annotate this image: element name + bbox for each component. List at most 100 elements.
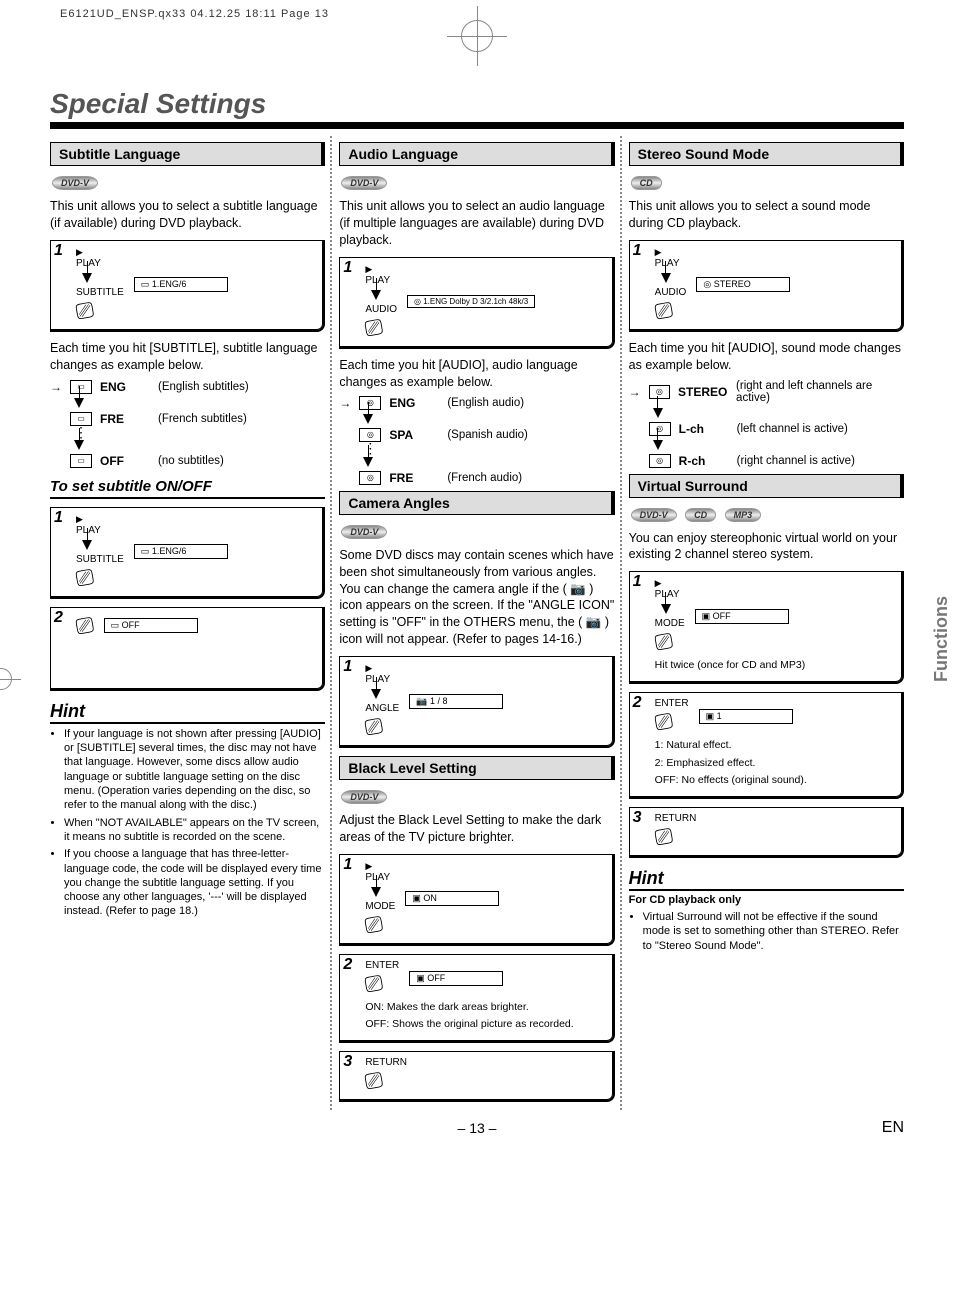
badge-dvdv: DVD-V [631, 508, 677, 522]
badge-mp3: MP3 [725, 508, 762, 522]
section-stereo-mode: Stereo Sound Mode [629, 142, 904, 166]
camera-step1: 1 PLAY ANGLE ⎚ 📷 1 / 8 [339, 656, 614, 748]
virtual-step3: 3 RETURN ⎚ [629, 807, 904, 858]
section-virtual-surround: Virtual Surround [629, 474, 904, 498]
play-icon [365, 263, 372, 275]
osd-black-on: ▣ ON [405, 891, 499, 906]
arrow-icon: → [629, 385, 641, 399]
subtitle-onoff-step2: 2 ⎚ ▭ OFF [50, 607, 325, 691]
hint1-head: Hint [50, 701, 325, 724]
lang-icon: ◎ [649, 454, 671, 468]
cycle-row-eng: →▭ENG(English subtitles) [50, 380, 325, 394]
virtual-step1: 1 PLAY MODE ⎚ ▣ OFF Hit twice (once for … [629, 571, 904, 684]
subtitle-onoff-step1: 1 PLAY SUBTITLE ⎚ ▭ 1.ENG/6 [50, 507, 325, 599]
osd-subtitle1: ▭ 1.ENG/6 [134, 277, 228, 292]
arrow-down-icon [661, 604, 671, 614]
virtual-twice-note: Hit twice (once for CD and MP3) [655, 659, 896, 672]
black-intro: Adjust the Black Level Setting to make t… [339, 812, 614, 846]
remote-icon: ⎚ [74, 296, 96, 325]
osd-stereo: ◎ STEREO [696, 277, 790, 292]
arrow-down-icon [74, 398, 84, 408]
virtual-note-1: 1: Natural effect. [655, 739, 896, 752]
subtitle-step1: 1 PLAY SUBTITLE ⎚ ▭ 1.ENG/6 [50, 240, 325, 332]
arrow-down-icon [371, 689, 381, 699]
remote-icon: ⎚ [74, 612, 96, 641]
osd-black-off: ▣ OFF [409, 971, 503, 986]
virtual-note-2: 2: Emphasized effect. [655, 757, 896, 770]
arrow-icon: → [50, 380, 62, 394]
black-step1: 1 PLAY MODE ⎚ ▣ ON [339, 854, 614, 946]
stereo-row-lch: ◎L-ch(left channel is active) [629, 422, 904, 436]
arrow-down-icon [82, 273, 92, 283]
hint1-item3: If you choose a language that has three-… [64, 847, 325, 918]
osd-virtual-off: ▣ OFF [695, 609, 789, 624]
arrow-down-icon [371, 887, 381, 897]
play-icon [365, 662, 372, 674]
audio-intro: This unit allows you to select an audio … [339, 198, 614, 249]
arrow-down-icon [82, 540, 92, 550]
black-step3: 3 RETURN ⎚ [339, 1051, 614, 1102]
stereo-step1: 1 PLAY AUDIO ⎚ ◎ STEREO [629, 240, 904, 332]
ellipsis-icon: ⋮ [363, 444, 614, 452]
play-icon [365, 860, 372, 872]
virtual-note-off: OFF: No effects (original sound). [655, 774, 896, 787]
osd-audio1: ◎ 1.ENG Dolby D 3/2.1ch 48k/3 [407, 295, 535, 308]
hint2-item: Virtual Surround will not be effective i… [643, 910, 904, 953]
arrow-down-icon [661, 273, 671, 283]
hint2-sub: For CD playback only [629, 893, 904, 907]
black-note-off: OFF: Shows the original picture as recor… [365, 1018, 606, 1031]
osd-angle: 📷 1 / 8 [409, 694, 503, 709]
remote-icon: ⎚ [653, 628, 675, 657]
lang-icon: ◎ [649, 422, 671, 436]
play-icon [655, 577, 662, 589]
black-note-on: ON: Makes the dark areas brighter. [365, 1001, 606, 1014]
arrow-down-icon [371, 290, 381, 300]
osd-subtitle-off: ▭ OFF [104, 618, 198, 633]
audio-cycle-intro: Each time you hit [AUDIO], audio languag… [339, 357, 614, 391]
black-step2: 2 ENTER ⎚ ▣ OFF ON: Makes the dark areas… [339, 954, 614, 1043]
play-icon [76, 246, 83, 258]
side-tab-functions: Functions [929, 588, 954, 690]
remote-icon: ⎚ [74, 564, 96, 593]
lang-code: EN [882, 1119, 904, 1137]
cycle-row-off: ▭OFF(no subtitles) [50, 454, 325, 468]
arrow-down-icon [74, 440, 84, 450]
section-audio-language: Audio Language [339, 142, 614, 166]
badge-dvdv: DVD-V [341, 525, 387, 539]
remote-icon: ⎚ [653, 822, 675, 851]
section-black-level: Black Level Setting [339, 756, 614, 780]
hint2-head: Hint [629, 868, 904, 891]
stereo-cycle-intro: Each time you hit [AUDIO], sound mode ch… [629, 340, 904, 374]
stereo-intro: This unit allows you to select a sound m… [629, 198, 904, 232]
stereo-row-stereo: →◎STEREO(right and left channels are act… [629, 380, 904, 404]
section-camera-angles: Camera Angles [339, 491, 614, 515]
arrow-down-icon [653, 440, 663, 450]
hint1-item1: If your language is not shown after pres… [64, 727, 325, 813]
osd-virtual-1: ▣ 1 [699, 709, 793, 724]
virtual-intro: You can enjoy stereophonic virtual world… [629, 530, 904, 564]
audio-row-eng: →◎ENG(English audio) [339, 396, 614, 410]
badge-dvdv: DVD-V [52, 176, 98, 190]
page-number: – 13 – [458, 1120, 497, 1136]
remote-icon: ⎚ [363, 713, 385, 742]
remote-icon: ⎚ [363, 1067, 385, 1096]
badge-dvdv: DVD-V [341, 790, 387, 804]
arrow-down-icon [653, 408, 663, 418]
remote-icon: ⎚ [653, 708, 675, 737]
stereo-row-rch: ◎R-ch(right channel is active) [629, 454, 904, 468]
badge-dvdv: DVD-V [341, 176, 387, 190]
lang-icon: ▭ [70, 454, 92, 468]
lang-icon: ◎ [359, 396, 381, 410]
camera-intro: Some DVD discs may contain scenes which … [339, 547, 614, 648]
audio-row-fre: ◎FRE(French audio) [339, 471, 614, 485]
lang-icon: ◎ [649, 385, 670, 399]
arrow-down-icon [363, 457, 373, 467]
crop-mark-left [0, 668, 12, 690]
audio-step1: 1 PLAY AUDIO ⎚ ◎ 1.ENG Dolby D 3/2.1ch 4… [339, 257, 614, 349]
section-subtitle-language: Subtitle Language [50, 142, 325, 166]
osd-subtitle2: ▭ 1.ENG/6 [134, 544, 228, 559]
remote-icon: ⎚ [363, 313, 385, 342]
cycle-row-fre: ▭FRE(French subtitles) [50, 412, 325, 426]
lang-icon: ◎ [359, 471, 381, 485]
subtitle-onoff-head: To set subtitle ON/OFF [50, 478, 325, 499]
